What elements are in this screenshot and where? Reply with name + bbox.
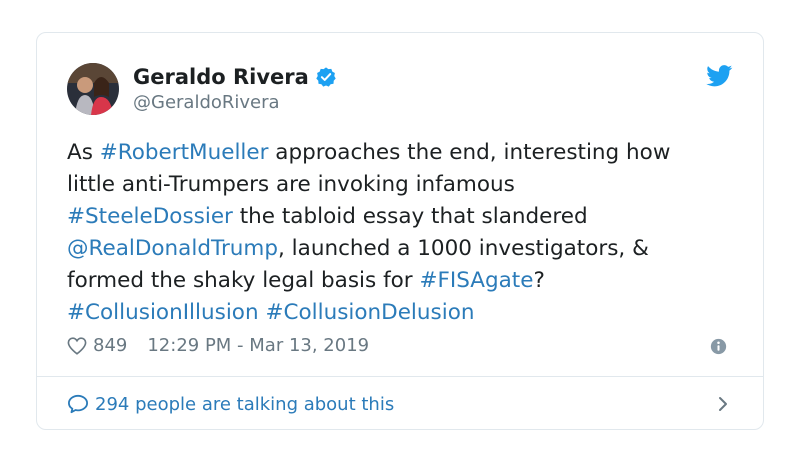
- tweet-card: Geraldo Rivera @GeraldoRivera As #Robert…: [36, 32, 764, 430]
- tweet-text-segment: ?: [533, 268, 545, 293]
- tweet-text-line: little anti-Trumpers are invoking infamo…: [67, 169, 747, 201]
- hashtag-link[interactable]: #RobertMueller: [100, 140, 269, 165]
- mention-link[interactable]: @RealDonaldTrump: [67, 236, 278, 261]
- tweet-meta: 849 12:29 PM - Mar 13, 2019: [67, 335, 369, 356]
- tweet-text-segment: As: [67, 140, 100, 165]
- tweet-timestamp[interactable]: 12:29 PM - Mar 13, 2019: [147, 335, 369, 356]
- hashtag-link[interactable]: #CollusionIllusion: [67, 300, 259, 325]
- divider: [37, 376, 763, 377]
- tweet-text-segment: , launched a 1000 investigators, &: [278, 236, 649, 261]
- speech-bubble-icon: [68, 394, 88, 414]
- hashtag-link[interactable]: #CollusionDelusion: [265, 300, 474, 325]
- heart-icon[interactable]: [67, 336, 87, 355]
- conversation-link[interactable]: 294 people are talking about this: [67, 390, 733, 418]
- tweet-text-segment: formed the shaky legal basis for: [67, 268, 420, 293]
- tweet-text-line: #SteeleDossier the tabloid essay that sl…: [67, 201, 747, 233]
- verified-badge-icon: [316, 67, 336, 87]
- tweet-text-line: @RealDonaldTrump, launched a 1000 invest…: [67, 233, 747, 265]
- tweet-text: As #RobertMueller approaches the end, in…: [67, 137, 747, 329]
- talking-about-text[interactable]: 294 people are talking about this: [95, 394, 394, 415]
- tweet-text-line: As #RobertMueller approaches the end, in…: [67, 137, 747, 169]
- chevron-right-icon[interactable]: [717, 396, 729, 412]
- author-display-name[interactable]: Geraldo Rivera: [133, 65, 309, 89]
- hashtag-link[interactable]: #SteeleDossier: [67, 204, 233, 229]
- author-handle[interactable]: @GeraldoRivera: [133, 92, 280, 113]
- author-name-row[interactable]: Geraldo Rivera: [133, 65, 337, 89]
- tweet-text-line: #CollusionIllusion #CollusionDelusion: [67, 297, 747, 329]
- tweet-text-segment: the tabloid essay that slandered: [232, 204, 588, 229]
- twitter-bird-icon[interactable]: [706, 65, 733, 87]
- hashtag-link[interactable]: #FISAgate: [419, 268, 533, 293]
- tweet-text-segment: approaches the end, interesting how: [268, 140, 671, 165]
- info-icon[interactable]: [710, 338, 727, 355]
- avatar[interactable]: [67, 63, 119, 115]
- tweet-text-line: formed the shaky legal basis for #FISAga…: [67, 265, 747, 297]
- tweet-text-segment: little anti-Trumpers are invoking infamo…: [67, 172, 515, 197]
- like-count[interactable]: 849: [93, 335, 127, 356]
